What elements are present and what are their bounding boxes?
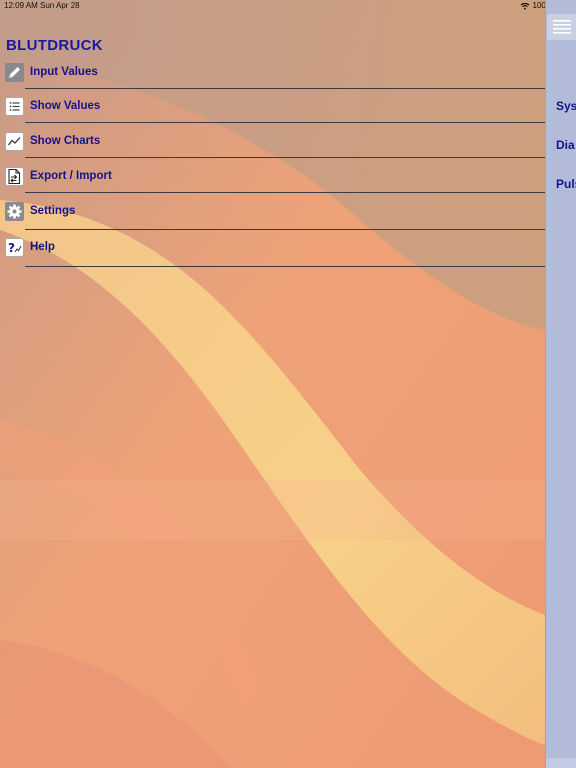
detail-label-dia: Dia xyxy=(556,138,575,152)
menu-item-label: Help xyxy=(30,241,55,253)
app-title: BLUTDRUCK xyxy=(6,37,103,54)
document-export-icon xyxy=(5,166,24,186)
menu-item-label: Show Charts xyxy=(30,135,101,147)
status-bar: 12:09 AM Sun Apr 28 100% xyxy=(0,0,576,12)
menu-item-label: Settings xyxy=(30,205,76,217)
menu-item-label: Input Values xyxy=(30,66,98,78)
detail-panel: Sys Dia Puls xyxy=(545,0,576,768)
menu-item-export-import[interactable]: Export / Import xyxy=(0,159,545,193)
menu-item-label: Show Values xyxy=(30,100,101,112)
svg-text:?: ? xyxy=(8,241,15,255)
wifi-icon xyxy=(520,2,529,9)
menu-item-show-values[interactable]: Show Values xyxy=(0,89,545,123)
menu-divider xyxy=(25,157,545,158)
gear-icon xyxy=(5,201,24,221)
menu-divider xyxy=(25,192,545,193)
status-date: Sun Apr 28 xyxy=(40,1,80,10)
line-chart-icon xyxy=(5,131,24,151)
menu-divider xyxy=(25,122,545,123)
pencil-icon xyxy=(5,62,24,82)
app-screen: 12:09 AM Sun Apr 28 100% BLUTDRUCK Input… xyxy=(0,0,576,768)
hamburger-menu-button[interactable] xyxy=(547,14,576,40)
status-time: 12:09 AM xyxy=(4,1,38,10)
menu-item-label: Export / Import xyxy=(30,170,112,182)
menu-item-help[interactable]: ? Help xyxy=(0,230,545,267)
detail-label-puls: Puls xyxy=(556,177,576,191)
menu-divider xyxy=(25,266,545,267)
menu-item-settings[interactable]: Settings xyxy=(0,194,545,230)
menu-item-show-charts[interactable]: Show Charts xyxy=(0,124,545,158)
hamburger-icon xyxy=(552,20,571,34)
list-icon xyxy=(5,96,24,116)
menu-item-input-values[interactable]: Input Values xyxy=(0,55,545,89)
help-icon: ? xyxy=(5,237,24,257)
detail-label-sys: Sys xyxy=(556,99,576,113)
panel-footer xyxy=(546,758,576,768)
